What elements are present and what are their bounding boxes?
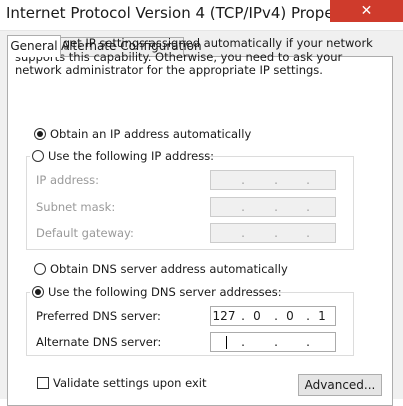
preferred-dns-field[interactable]: 127 . 0 . 0 . 1	[210, 306, 336, 326]
obtain-ip-auto-label[interactable]: Obtain an IP address automatically	[50, 127, 251, 141]
use-following-dns-radio[interactable]	[32, 286, 44, 298]
preferred-dns-octet-4: 1	[318, 309, 326, 323]
ip-group-header: Use the following IP address:	[30, 148, 214, 164]
default-gateway-field[interactable]: . . .	[210, 223, 336, 243]
title-bar: Internet Protocol Version 4 (TCP/IPv4) P…	[0, 0, 403, 31]
use-following-ip-label[interactable]: Use the following IP address:	[48, 149, 214, 163]
preferred-dns-octet-2: 0	[253, 309, 261, 323]
close-button[interactable]: ✕	[330, 0, 403, 22]
octet-separator: .	[306, 200, 310, 214]
validate-settings-checkbox[interactable]	[37, 377, 49, 389]
obtain-dns-auto-radio[interactable]	[34, 263, 46, 275]
octet-separator: .	[274, 200, 278, 214]
advanced-button[interactable]: Advanced...	[298, 374, 382, 396]
subnet-mask-label: Subnet mask:	[36, 200, 116, 214]
octet-separator: .	[241, 226, 245, 240]
ip-address-field[interactable]: . . .	[210, 170, 336, 190]
close-icon: ✕	[360, 3, 373, 19]
description-text: You can get IP settings assigned automat…	[15, 36, 373, 77]
subnet-mask-field[interactable]: . . .	[210, 197, 336, 217]
obtain-dns-auto-label[interactable]: Obtain DNS server address automatically	[50, 262, 288, 276]
octet-separator: .	[306, 226, 310, 240]
octet-separator: .	[241, 173, 245, 187]
octet-separator: .	[306, 335, 310, 349]
use-following-dns-label[interactable]: Use the following DNS server addresses:	[48, 285, 282, 299]
default-gateway-label: Default gateway:	[36, 226, 134, 240]
octet-separator: .	[306, 173, 310, 187]
octet-separator: .	[274, 226, 278, 240]
octet-separator: .	[241, 200, 245, 214]
dns-group-header: Use the following DNS server addresses:	[30, 284, 282, 300]
text-caret	[226, 336, 227, 349]
octet-separator: .	[274, 173, 278, 187]
octet-separator: .	[274, 335, 278, 349]
preferred-dns-label: Preferred DNS server:	[36, 309, 161, 323]
alternate-dns-field[interactable]: . . .	[210, 332, 336, 352]
ip-address-label: IP address:	[36, 173, 100, 187]
window-title: Internet Protocol Version 4 (TCP/IPv4) P…	[6, 4, 367, 22]
preferred-dns-octet-1: 127	[212, 309, 236, 323]
tab-general[interactable]: General	[7, 35, 61, 57]
alternate-dns-label: Alternate DNS server:	[36, 335, 162, 349]
octet-separator: .	[241, 335, 245, 349]
obtain-ip-auto-radio[interactable]	[34, 128, 46, 140]
preferred-dns-octet-3: 0	[286, 309, 294, 323]
use-following-ip-radio[interactable]	[32, 150, 44, 162]
validate-settings-label[interactable]: Validate settings upon exit	[53, 376, 206, 390]
